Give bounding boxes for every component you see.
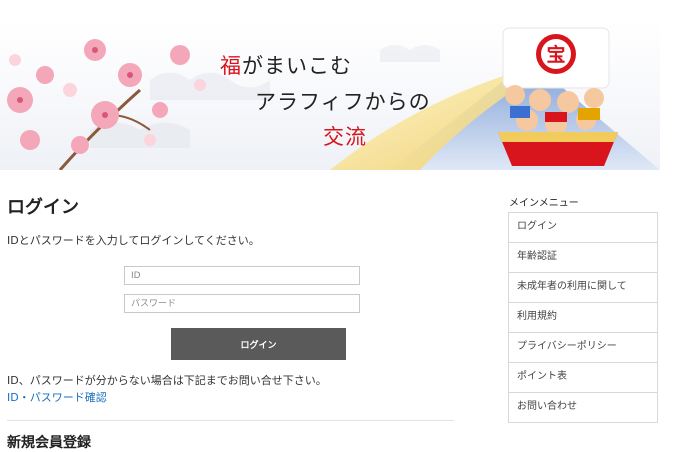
sidebar-item-privacy-policy[interactable]: プライバシーポリシー	[508, 332, 658, 363]
password-input[interactable]	[124, 294, 360, 313]
login-button[interactable]: ログイン	[171, 328, 346, 360]
header-banner: 宝 福がまいこむ アラフィフからの 交流	[0, 20, 660, 170]
sidebar-item-minors-usage[interactable]: 未成年者の利用に関して	[508, 272, 658, 303]
sidebar-heading: メインメニュー	[509, 198, 579, 209]
section-divider	[7, 420, 454, 421]
id-password-confirm-link[interactable]: ID・パスワード確認	[7, 389, 107, 405]
sidebar-item-age-verification[interactable]: 年齢認証	[508, 242, 658, 273]
id-input[interactable]	[124, 266, 360, 285]
banner-title-line3: 交流	[323, 125, 367, 149]
svg-text:宝: 宝	[546, 43, 565, 66]
sidebar-item-terms[interactable]: 利用規約	[508, 302, 658, 333]
banner-title-line2: アラフィフからの	[255, 90, 431, 114]
help-text: ID、パスワードが分からない場合は下記までお問い合せ下さい。	[7, 374, 327, 387]
signup-heading: 新規会員登録	[7, 435, 91, 451]
main-menu: ログイン 年齢認証 未成年者の利用に関して 利用規約 プライバシーポリシー ポイ…	[508, 212, 658, 423]
login-description: IDとパスワードを入力してログインしてください。	[7, 234, 260, 247]
cherry-blossom-branch	[7, 39, 206, 170]
banner-title-line1: 福がまいこむ	[220, 54, 352, 78]
sidebar-item-points-table[interactable]: ポイント表	[508, 362, 658, 393]
sidebar-item-login[interactable]: ログイン	[508, 212, 658, 243]
login-heading: ログイン	[7, 197, 79, 218]
sidebar-item-contact[interactable]: お問い合わせ	[508, 392, 658, 423]
